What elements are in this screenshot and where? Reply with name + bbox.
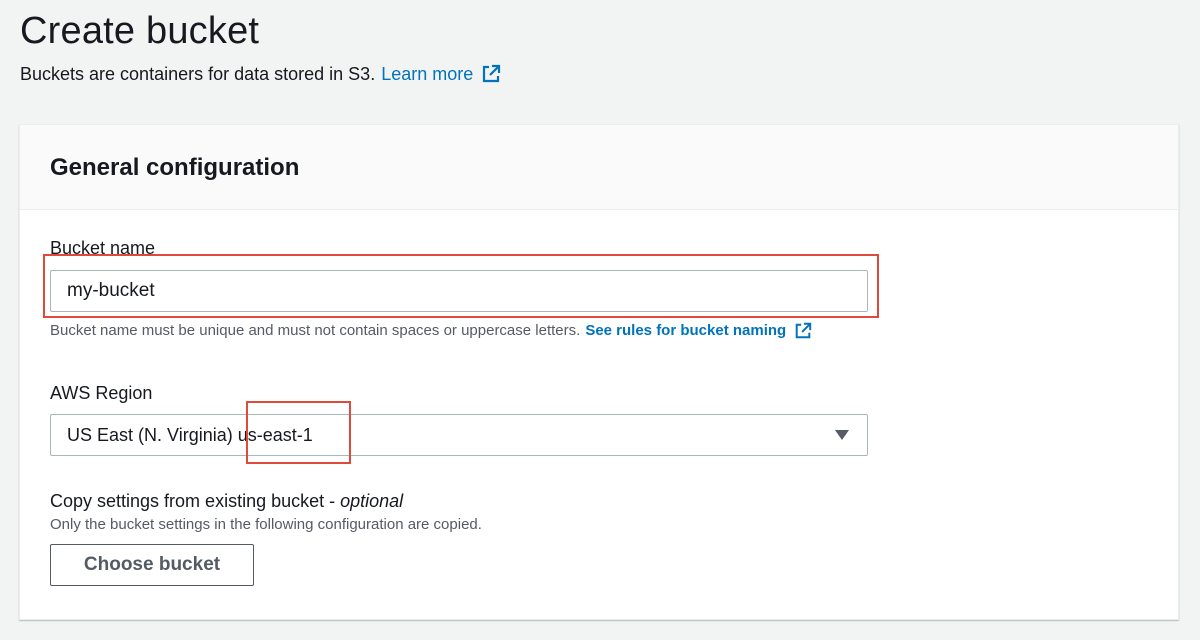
region-selected-value: US East (N. Virginia) us-east-1 [67, 425, 313, 446]
copy-settings-label-text: Copy settings from existing bucket - [50, 491, 341, 511]
bucket-name-label: Bucket name [50, 238, 156, 258]
bucket-name-hint: Bucket name must be unique and must not … [50, 321, 812, 341]
create-bucket-page: Create bucket Buckets are containers for… [0, 0, 1200, 640]
bucket-naming-rules-link[interactable]: See rules for bucket naming [585, 321, 812, 341]
page-title: Create bucket [20, 10, 260, 52]
panel-title: General configuration [50, 154, 300, 181]
copy-settings-label: Copy settings from existing bucket - opt… [50, 489, 403, 513]
external-link-icon [795, 322, 812, 339]
region-name: US East (N. Virginia) [67, 424, 233, 445]
bucket-name-input[interactable] [50, 270, 868, 312]
region-code: us-east-1 [237, 424, 313, 445]
optional-tag: optional [340, 491, 404, 511]
copy-settings-description: Only the bucket settings in the followin… [50, 516, 482, 533]
bucket-naming-rules-label: See rules for bucket naming [585, 322, 787, 339]
bucket-name-hint-text: Bucket name must be unique and must not … [50, 322, 581, 339]
learn-more-label: Learn more [381, 64, 474, 84]
general-configuration-panel: General configuration Bucket name Bucket… [19, 124, 1179, 620]
choose-bucket-button[interactable]: Choose bucket [50, 544, 254, 586]
aws-region-select[interactable]: US East (N. Virginia) us-east-1 [50, 414, 868, 456]
caret-down-icon [835, 430, 849, 440]
page-subtitle: Buckets are containers for data stored i… [20, 62, 501, 86]
aws-region-label: AWS Region [50, 383, 153, 403]
subtitle-text: Buckets are containers for data stored i… [20, 64, 376, 84]
external-link-icon [483, 64, 501, 83]
learn-more-link[interactable]: Learn more [381, 62, 501, 86]
